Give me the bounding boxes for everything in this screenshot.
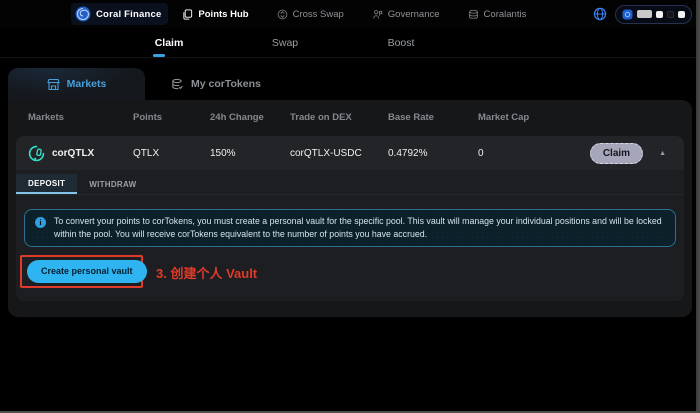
active-tab-indicator bbox=[153, 53, 165, 57]
col-markets: Markets bbox=[28, 111, 64, 123]
trade-on-dex-value: corQTLX-USDC bbox=[290, 147, 362, 159]
col-market-cap: Market Cap bbox=[478, 111, 530, 123]
nav-item-coralantis[interactable]: Coralantis bbox=[468, 8, 527, 20]
market-cap-value: 0 bbox=[478, 147, 484, 159]
annotation-step-label: 3. 创建个人 Vault bbox=[156, 265, 258, 281]
nav-item-points-hub[interactable]: Points Hub bbox=[182, 8, 249, 20]
change-24h-value: 150% bbox=[210, 147, 236, 159]
markets-panel: Markets My corTokens Markets Points 24h … bbox=[8, 68, 692, 317]
cross-swap-icon bbox=[277, 9, 288, 20]
tab-deposit-label: DEPOSIT bbox=[28, 178, 66, 188]
brand-logo[interactable]: Coral Finance bbox=[71, 3, 169, 25]
wallet-network-icon bbox=[667, 10, 674, 18]
claim-button[interactable]: Claim bbox=[589, 142, 644, 164]
nav-item-label: Governance bbox=[387, 8, 440, 20]
tab-markets[interactable]: Markets bbox=[8, 68, 145, 100]
wallet-token-icon bbox=[656, 10, 663, 18]
cortokens-icon bbox=[171, 78, 184, 91]
storefront-icon bbox=[46, 78, 60, 91]
tab-markets-label: Markets bbox=[66, 78, 107, 90]
corqtlx-token-icon bbox=[28, 145, 45, 162]
tab-boost[interactable]: Boost bbox=[379, 37, 423, 49]
nav-item-label: Points Hub bbox=[198, 8, 249, 20]
panel-tabs: Markets My corTokens bbox=[8, 68, 692, 100]
tab-my-cortokens[interactable]: My corTokens bbox=[145, 68, 287, 100]
tab-deposit[interactable]: DEPOSIT bbox=[16, 174, 78, 194]
col-base-rate: Base Rate bbox=[388, 111, 434, 123]
col-points: Points bbox=[133, 111, 163, 123]
top-navbar: Coral Finance Points Hub Cross Swap Gove… bbox=[0, 0, 698, 28]
tab-swap[interactable]: Swap bbox=[263, 37, 307, 49]
app-window: Coral Finance Points Hub Cross Swap Gove… bbox=[0, 0, 700, 413]
info-icon: i bbox=[35, 217, 46, 228]
nav-item-label: Coralantis bbox=[483, 8, 527, 20]
create-vault-zone: Create personal vault 3. 创建个人 Vault bbox=[16, 247, 684, 303]
deposit-withdraw-tabs: DEPOSIT WITHDRAW bbox=[16, 170, 684, 195]
wallet-widget[interactable] bbox=[615, 4, 692, 24]
top-right-controls bbox=[593, 4, 692, 24]
nav-item-label: Cross Swap bbox=[292, 8, 344, 20]
table-header-row: Markets Points 24h Change Trade on DEX B… bbox=[8, 100, 692, 134]
col-trade-on-dex: Trade on DEX bbox=[290, 111, 352, 123]
col-24h-change: 24h Change bbox=[210, 111, 264, 123]
tab-withdraw[interactable]: WITHDRAW bbox=[77, 174, 148, 194]
table-row-corqtlx[interactable]: corQTLX QTLX 150% corQTLX-USDC 0.4792% 0… bbox=[16, 136, 684, 170]
tab-my-cortokens-label: My corTokens bbox=[191, 78, 261, 90]
globe-icon[interactable] bbox=[593, 7, 607, 21]
info-banner-text: To convert your points to corTokens, you… bbox=[54, 216, 662, 239]
nav-item-governance[interactable]: Governance bbox=[372, 9, 440, 20]
row-detail-panel: DEPOSIT WITHDRAW i To convert your point… bbox=[16, 170, 684, 301]
brand-name: Coral Finance bbox=[96, 8, 162, 20]
tab-withdraw-label: WITHDRAW bbox=[89, 179, 137, 189]
market-name-cell: corQTLX bbox=[28, 145, 133, 162]
governance-icon bbox=[372, 9, 383, 20]
section-tabs: Claim Swap Boost bbox=[0, 28, 698, 58]
tab-claim[interactable]: Claim bbox=[147, 36, 191, 57]
wallet-avatar-icon bbox=[622, 9, 633, 20]
points-value: QTLX bbox=[133, 147, 160, 159]
scrollbar[interactable] bbox=[696, 0, 698, 411]
collapse-row-icon[interactable]: ▲ bbox=[659, 150, 666, 157]
wallet-address-redacted bbox=[637, 10, 652, 18]
tab-claim-label: Claim bbox=[154, 36, 184, 49]
market-name: corQTLX bbox=[52, 147, 95, 159]
markets-table-card: Markets Points 24h Change Trade on DEX B… bbox=[8, 100, 692, 317]
coralantis-icon bbox=[468, 9, 479, 20]
tab-boost-label: Boost bbox=[387, 36, 415, 49]
row-actions: Claim ▲ bbox=[548, 142, 672, 164]
coral-finance-logo-icon bbox=[75, 6, 91, 22]
top-nav-items: Points Hub Cross Swap Governance Coralan… bbox=[182, 9, 526, 20]
base-rate-value: 0.4792% bbox=[388, 147, 428, 159]
create-personal-vault-button[interactable]: Create personal vault bbox=[27, 259, 147, 283]
tab-swap-label: Swap bbox=[271, 36, 299, 49]
points-hub-icon bbox=[182, 8, 193, 20]
info-banner: i To convert your points to corTokens, y… bbox=[24, 209, 676, 247]
wallet-settings-icon[interactable] bbox=[678, 10, 685, 18]
nav-item-cross-swap[interactable]: Cross Swap bbox=[277, 9, 344, 20]
